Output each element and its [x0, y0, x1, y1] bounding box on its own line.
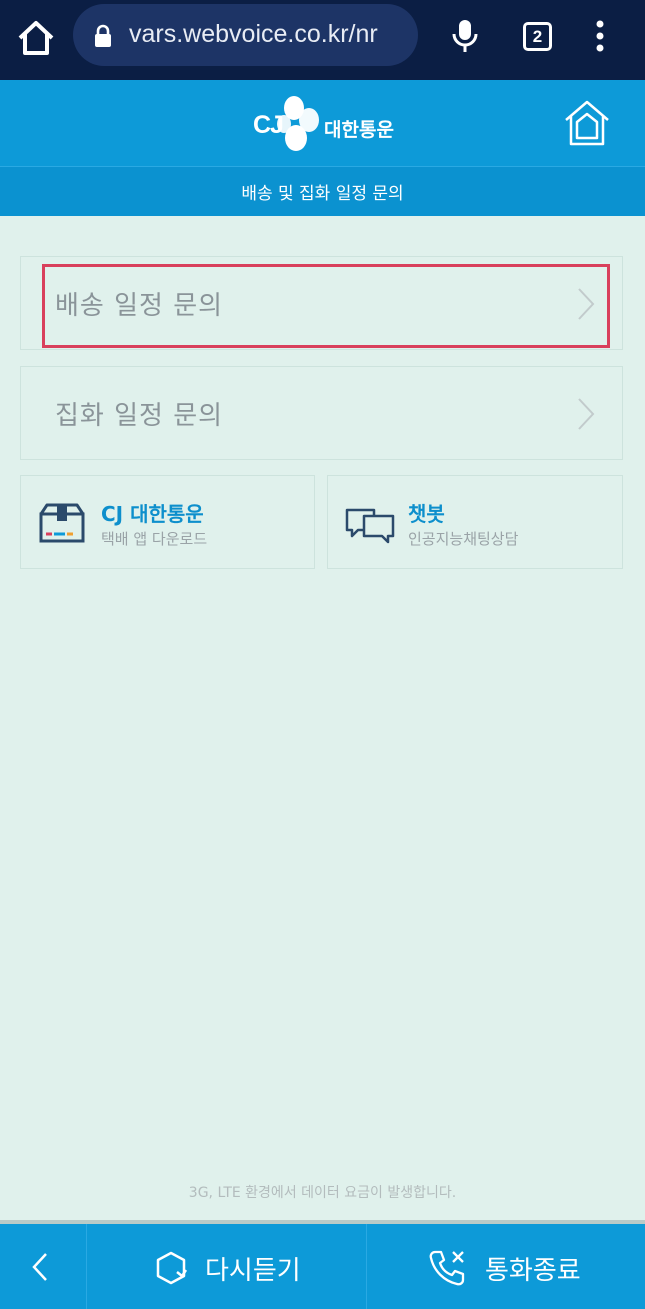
more-vert-icon[interactable] [592, 20, 608, 52]
home-button[interactable] [562, 98, 612, 148]
menu-item-pickup-schedule[interactable]: 집화 일정 문의 [20, 366, 623, 460]
data-charge-notice: 3G, LTE 환경에서 데이터 요금이 발생합니다. [188, 1185, 457, 1201]
chatbot-card-title: 챗봇 [408, 502, 445, 526]
cj-logo: CJ 대한통운 [250, 94, 400, 154]
menu-item-delivery-schedule[interactable]: 배송 일정 문의 [20, 256, 623, 350]
home-icon[interactable] [14, 16, 58, 60]
address-bar[interactable]: vars.webvoice.co.kr/nr [73, 4, 418, 66]
back-button[interactable] [0, 1224, 86, 1309]
parcel-box-icon [39, 503, 85, 543]
chat-bubbles-icon [345, 508, 395, 544]
tab-switcher-button[interactable]: 2 [523, 22, 552, 51]
browser-toolbar: vars.webvoice.co.kr/nr 2 [0, 0, 645, 80]
logo-name-text: 대한통운 [324, 119, 394, 141]
bottom-action-bar: 다시듣기 통화종료 [0, 1224, 645, 1309]
chatbot-card-subtitle: 인공지능채팅상담 [408, 530, 519, 548]
replay-label: 다시듣기 [205, 1256, 301, 1286]
end-call-icon [429, 1250, 465, 1286]
cj-flower-icon [277, 96, 319, 151]
page-subtitle: 배송 및 집화 일정 문의 [0, 166, 645, 216]
app-download-card[interactable]: CJ 대한통운 택배 앱 다운로드 [20, 475, 315, 569]
lock-icon [95, 24, 111, 47]
app-card-subtitle: 택배 앱 다운로드 [101, 530, 208, 548]
url-text: vars.webvoice.co.kr/nr [129, 20, 378, 48]
subtitle-text: 배송 및 집화 일정 문의 [241, 184, 404, 204]
app-header: CJ 대한통운 [0, 80, 645, 166]
app-card-title: CJ 대한통운 [101, 502, 204, 526]
end-call-button[interactable]: 통화종료 [367, 1224, 645, 1309]
chevron-right-icon [578, 288, 595, 320]
end-call-label: 통화종료 [485, 1256, 581, 1286]
microphone-icon[interactable] [450, 18, 480, 54]
chevron-left-icon [32, 1253, 47, 1281]
chatbot-card[interactable]: 챗봇 인공지능채팅상담 [327, 475, 623, 569]
menu-item-label: 집화 일정 문의 [55, 401, 224, 431]
menu-item-label: 배송 일정 문의 [55, 291, 224, 321]
chevron-right-icon [578, 398, 595, 430]
replay-icon [156, 1251, 188, 1285]
replay-button[interactable]: 다시듣기 [87, 1224, 366, 1309]
